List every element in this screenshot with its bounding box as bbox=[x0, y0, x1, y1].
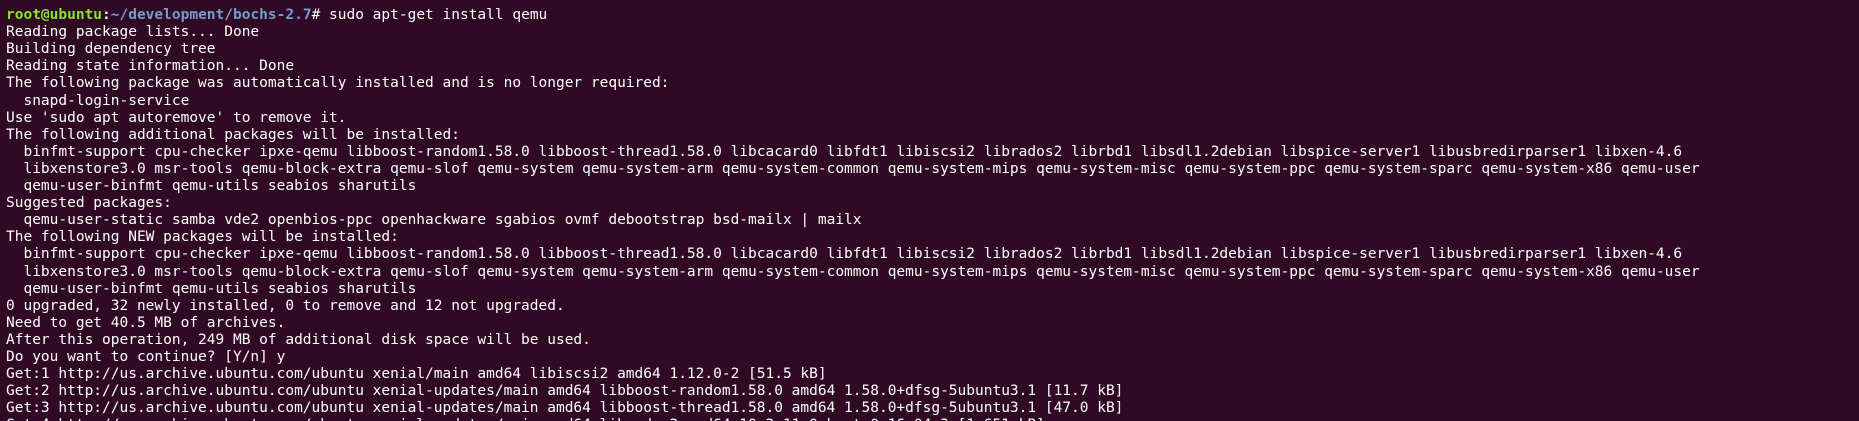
terminal-output: root@ubuntu:~/development/bochs-2.7# sud… bbox=[0, 0, 1859, 421]
output-line: The following additional packages will b… bbox=[6, 126, 460, 143]
output-line: libxenstore3.0 msr-tools qemu-block-extr… bbox=[6, 160, 1700, 177]
output-line: binfmt-support cpu-checker ipxe-qemu lib… bbox=[6, 143, 1683, 160]
output-lines: Reading package lists... Done Building de… bbox=[6, 24, 1859, 421]
prompt-symbol: # bbox=[311, 7, 330, 24]
output-line: qemu-user-binfmt qemu-utils seabios shar… bbox=[6, 280, 417, 297]
output-line: After this operation, 249 MB of addition… bbox=[6, 331, 591, 348]
output-line: libxenstore3.0 msr-tools qemu-block-extr… bbox=[6, 263, 1700, 280]
output-line: Reading state information... Done bbox=[6, 58, 295, 75]
prompt-line: root@ubuntu:~/development/bochs-2.7# sud… bbox=[6, 7, 1859, 24]
output-line: Get:4 http://us.archive.ubuntu.com/ubunt… bbox=[6, 417, 1859, 421]
output-line: qemu-user-static samba vde2 openbios-ppc… bbox=[6, 212, 862, 229]
output-line: 0 upgraded, 32 newly installed, 0 to rem… bbox=[6, 297, 565, 314]
prompt-path: ~/development/bochs-2.7 bbox=[110, 7, 312, 24]
output-line: binfmt-support cpu-checker ipxe-qemu lib… bbox=[6, 246, 1683, 263]
output-line: Use 'sudo apt autoremove' to remove it. bbox=[6, 109, 347, 126]
partial-top-line bbox=[6, 0, 1859, 7]
prompt-command: sudo apt-get install qemu bbox=[329, 7, 548, 24]
output-line: snapd-login-service bbox=[6, 92, 190, 109]
prompt-user-host: root@ubuntu bbox=[6, 7, 103, 24]
output-line: Do you want to continue? [Y/n] y bbox=[6, 348, 286, 365]
output-line: Get:1 http://us.archive.ubuntu.com/ubunt… bbox=[6, 366, 827, 383]
output-line: Need to get 40.5 MB of archives. bbox=[6, 314, 286, 331]
output-line: Get:3 http://us.archive.ubuntu.com/ubunt… bbox=[6, 400, 1124, 417]
output-line: The following package was automatically … bbox=[6, 75, 670, 92]
output-line: qemu-user-binfmt qemu-utils seabios shar… bbox=[6, 178, 417, 195]
output-line: Get:2 http://us.archive.ubuntu.com/ubunt… bbox=[6, 383, 1124, 400]
output-line: Building dependency tree bbox=[6, 41, 216, 58]
prompt-colon: : bbox=[102, 7, 111, 24]
output-line: Suggested packages: bbox=[6, 195, 172, 212]
output-line: The following NEW packages will be insta… bbox=[6, 229, 399, 246]
output-line: Reading package lists... Done bbox=[6, 24, 260, 41]
terminal-window[interactable]: root@ubuntu:~/development/bochs-2.7# sud… bbox=[0, 0, 1859, 421]
